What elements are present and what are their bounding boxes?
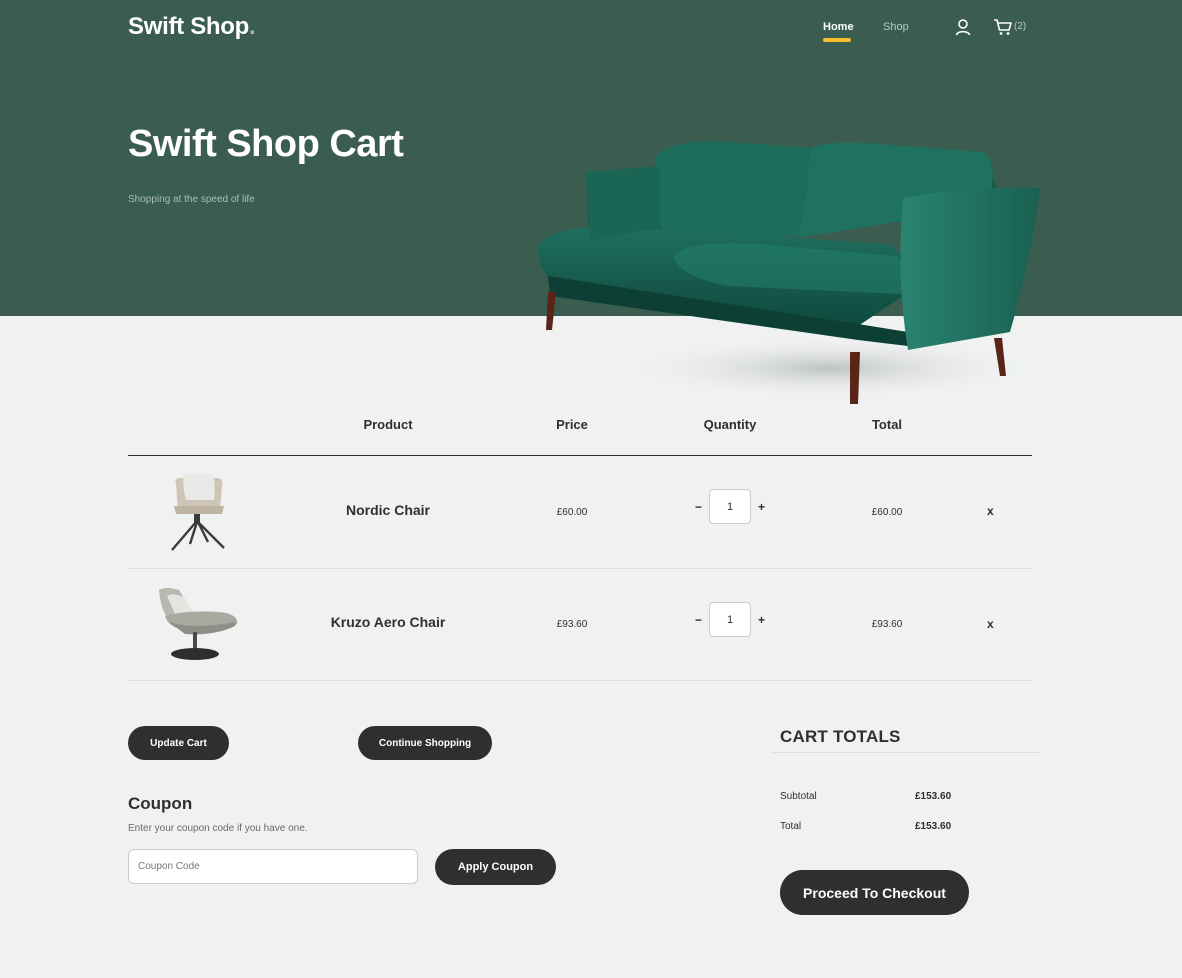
coupon-heading: Coupon	[128, 794, 193, 813]
product-line-total: £60.00	[871, 507, 903, 518]
remove-item-button[interactable]: x	[987, 617, 994, 631]
quantity-input[interactable]	[709, 602, 751, 637]
cart-totals-heading: CART TOTALS	[780, 727, 901, 746]
page-subtitle: Shopping at the speed of life	[128, 194, 255, 205]
product-price: £60.00	[556, 507, 588, 518]
quantity-decrease-button[interactable]: −	[695, 500, 702, 514]
column-header-total: Total	[871, 417, 903, 432]
cart-totals-divider	[772, 752, 1040, 753]
continue-shopping-button[interactable]: Continue Shopping	[358, 726, 492, 760]
quantity-increase-button[interactable]: +	[758, 500, 765, 514]
quantity-increase-button[interactable]: +	[758, 613, 765, 627]
total-value: £153.60	[915, 821, 952, 832]
nav-home-link[interactable]: Home	[823, 21, 854, 33]
nav-shop-link[interactable]: Shop	[883, 21, 909, 33]
product-name[interactable]: Kruzo Aero Chair	[288, 614, 488, 630]
site-logo[interactable]: Swift Shop.	[128, 13, 256, 41]
table-header-divider	[128, 455, 1032, 456]
proceed-to-checkout-button[interactable]: Proceed To Checkout	[780, 870, 969, 915]
sofa-image	[537, 141, 1040, 404]
row-divider	[128, 568, 1032, 569]
update-cart-button[interactable]: Update Cart	[128, 726, 229, 760]
user-icon[interactable]	[954, 18, 972, 36]
cart-icon[interactable]	[993, 18, 1013, 36]
product-name[interactable]: Nordic Chair	[288, 502, 488, 518]
quantity-input[interactable]	[709, 489, 751, 524]
column-header-price: Price	[556, 417, 588, 432]
product-line-total: £93.60	[871, 619, 903, 630]
nav-active-indicator	[823, 38, 851, 42]
remove-item-button[interactable]: x	[987, 504, 994, 518]
coupon-code-input[interactable]	[128, 849, 418, 884]
subtotal-value: £153.60	[915, 791, 952, 802]
cart-count-badge: (2)	[1014, 21, 1027, 32]
nordic-chair-image	[171, 474, 225, 551]
total-label: Total	[780, 821, 802, 832]
kruzo-aero-chair-image	[159, 588, 238, 660]
quantity-decrease-button[interactable]: −	[695, 613, 702, 627]
product-price: £93.60	[556, 619, 588, 630]
row-divider	[128, 680, 1032, 681]
column-header-product: Product	[363, 417, 413, 432]
apply-coupon-button[interactable]: Apply Coupon	[435, 849, 556, 885]
coupon-hint: Enter your coupon code if you have one.	[128, 823, 308, 834]
page-title: Swift Shop Cart	[128, 123, 404, 165]
subtotal-label: Subtotal	[780, 791, 817, 802]
column-header-quantity: Quantity	[703, 417, 757, 432]
